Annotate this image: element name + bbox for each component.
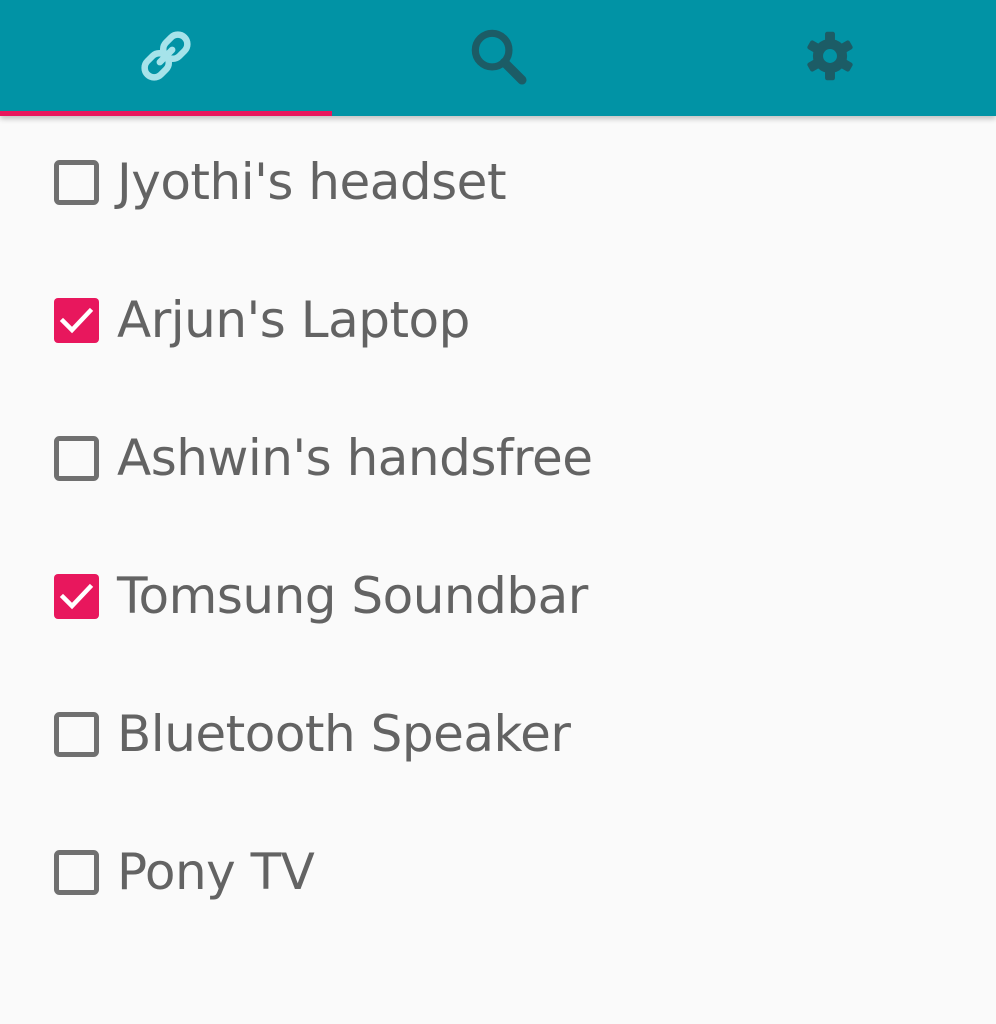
device-item-jyothis-headset[interactable]: Jyothi's headset <box>0 113 996 251</box>
checkbox-checked[interactable] <box>54 573 99 619</box>
tab-indicator <box>0 111 332 116</box>
checkbox-unchecked[interactable] <box>54 711 99 757</box>
checkbox-unchecked[interactable] <box>54 435 99 481</box>
device-item-arjuns-laptop[interactable]: Arjun's Laptop <box>0 251 996 389</box>
device-list: Jyothi's headset Arjun's Laptop Ashwin's… <box>0 116 996 941</box>
device-label: Arjun's Laptop <box>117 291 470 349</box>
device-label: Tomsung Soundbar <box>117 567 588 625</box>
device-item-ashwins-handsfree[interactable]: Ashwin's handsfree <box>0 389 996 527</box>
tab-search[interactable] <box>332 0 664 116</box>
checkbox-unchecked[interactable] <box>54 159 99 205</box>
link-icon <box>134 24 198 88</box>
checkbox-checked[interactable] <box>54 297 99 343</box>
search-icon <box>466 24 530 88</box>
gear-icon <box>798 24 862 88</box>
tab-link[interactable] <box>0 0 332 116</box>
device-label: Ashwin's handsfree <box>117 429 593 487</box>
device-item-bluetooth-speaker[interactable]: Bluetooth Speaker <box>0 665 996 803</box>
device-item-pony-tv[interactable]: Pony TV <box>0 803 996 941</box>
device-item-tomsung-soundbar[interactable]: Tomsung Soundbar <box>0 527 996 665</box>
tab-bar <box>0 0 996 116</box>
checkbox-unchecked[interactable] <box>54 849 99 895</box>
device-label: Pony TV <box>117 843 315 901</box>
tab-settings[interactable] <box>664 0 996 116</box>
device-label: Bluetooth Speaker <box>117 705 571 763</box>
device-label: Jyothi's headset <box>117 153 507 211</box>
